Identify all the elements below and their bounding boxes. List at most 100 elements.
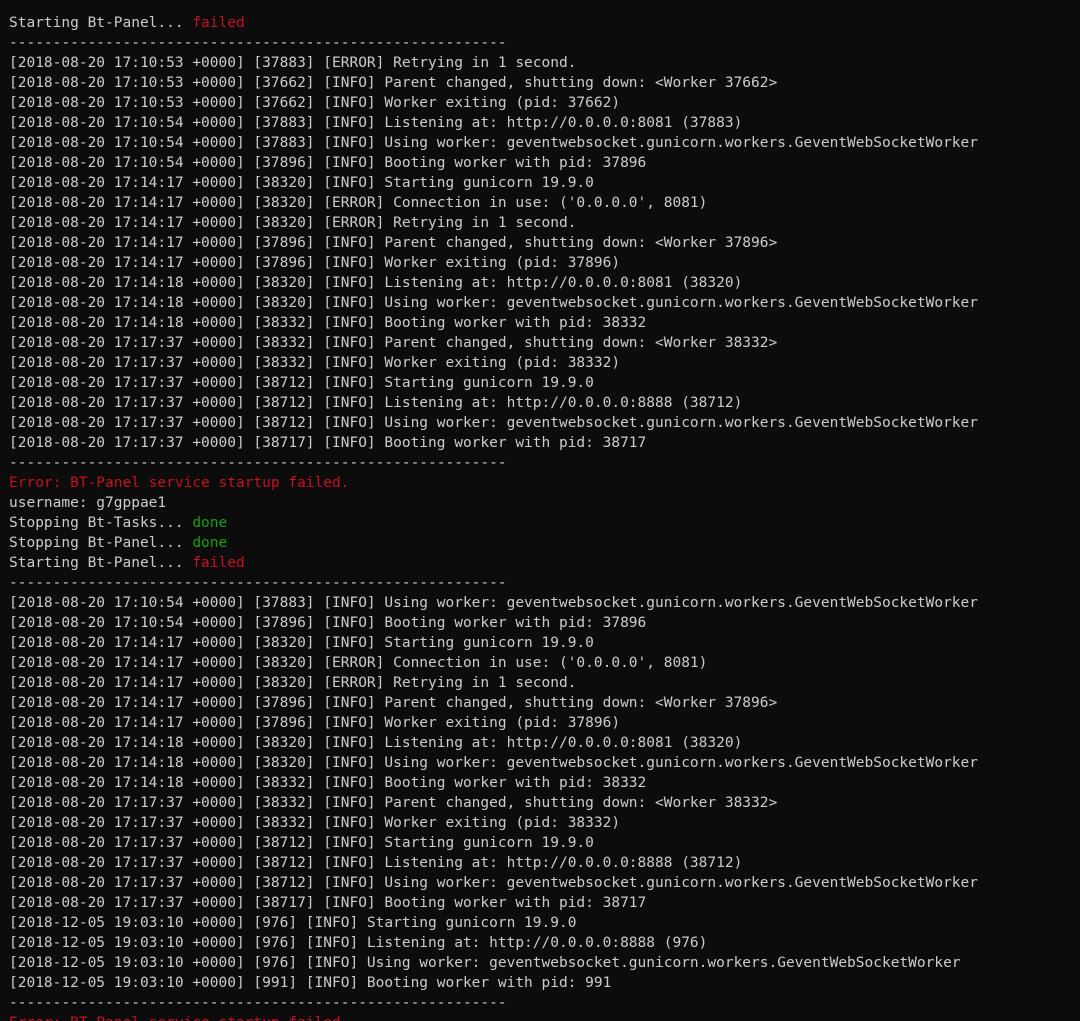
terminal-window[interactable]: Starting Bt-Panel... failed -------------… — [0, 0, 1080, 1021]
terminal-line: [2018-08-20 17:17:37 +0000] [38712] [INF… — [9, 873, 1074, 893]
terminal-line: [2018-08-20 17:14:17 +0000] [38320] [ERR… — [9, 193, 1074, 213]
terminal-line-text: [2018-08-20 17:14:17 +0000] [38320] [ERR… — [9, 195, 708, 211]
terminal-line-text: Starting Bt-Panel... — [9, 15, 193, 31]
terminal-line-text: [2018-08-20 17:10:54 +0000] [37883] [INF… — [9, 595, 979, 611]
terminal-line-text: [2018-08-20 17:17:37 +0000] [38712] [INF… — [9, 375, 594, 391]
terminal-line-text: [2018-08-20 17:17:37 +0000] [38712] [INF… — [9, 835, 594, 851]
terminal-line: ----------------------------------------… — [9, 573, 1074, 593]
terminal-line: [2018-08-20 17:14:17 +0000] [37896] [INF… — [9, 253, 1074, 273]
terminal-line-text: [2018-08-20 17:10:53 +0000] [37883] [ERR… — [9, 55, 577, 71]
terminal-line: [2018-08-20 17:17:37 +0000] [38332] [INF… — [9, 333, 1074, 353]
terminal-line: [2018-12-05 19:03:10 +0000] [976] [INFO]… — [9, 933, 1074, 953]
terminal-line-text: [2018-08-20 17:17:37 +0000] [38712] [INF… — [9, 415, 979, 431]
terminal-line: [2018-08-20 17:10:54 +0000] [37896] [INF… — [9, 153, 1074, 173]
terminal-line-text: [2018-08-20 17:17:37 +0000] [38712] [INF… — [9, 395, 743, 411]
terminal-line: [2018-08-20 17:14:18 +0000] [38320] [INF… — [9, 273, 1074, 293]
terminal-line: [2018-08-20 17:17:37 +0000] [38712] [INF… — [9, 413, 1074, 433]
terminal-line-text: [2018-08-20 17:14:17 +0000] [38320] [ERR… — [9, 655, 708, 671]
terminal-line: [2018-08-20 17:10:54 +0000] [37883] [INF… — [9, 133, 1074, 153]
terminal-line-text: [2018-08-20 17:14:17 +0000] [38320] [INF… — [9, 175, 594, 191]
terminal-line: ----------------------------------------… — [9, 453, 1074, 473]
terminal-line: [2018-08-20 17:10:53 +0000] [37662] [INF… — [9, 73, 1074, 93]
terminal-line-text: [2018-12-05 19:03:10 +0000] [976] [INFO]… — [9, 915, 577, 931]
terminal-line-text: [2018-08-20 17:17:37 +0000] [38332] [INF… — [9, 335, 778, 351]
terminal-line-text: [2018-12-05 19:03:10 +0000] [976] [INFO]… — [9, 955, 961, 971]
terminal-line: [2018-08-20 17:17:37 +0000] [38712] [INF… — [9, 373, 1074, 393]
terminal-line-text: [2018-08-20 17:10:54 +0000] [37896] [INF… — [9, 155, 647, 171]
terminal-line: Stopping Bt-Tasks... done — [9, 513, 1074, 533]
terminal-line-text: [2018-08-20 17:10:54 +0000] [37883] [INF… — [9, 135, 979, 151]
terminal-line-text: Stopping Bt-Tasks... — [9, 515, 193, 531]
terminal-line-text: [2018-08-20 17:17:37 +0000] [38712] [INF… — [9, 875, 979, 891]
terminal-line-text: [2018-08-20 17:14:18 +0000] [38320] [INF… — [9, 275, 743, 291]
terminal-line-text: [2018-08-20 17:17:37 +0000] [38332] [INF… — [9, 815, 621, 831]
terminal-line: [2018-08-20 17:14:17 +0000] [38320] [INF… — [9, 633, 1074, 653]
terminal-line: [2018-08-20 17:14:17 +0000] [38320] [INF… — [9, 173, 1074, 193]
terminal-line: [2018-08-20 17:10:54 +0000] [37883] [INF… — [9, 113, 1074, 133]
terminal-line: [2018-08-20 17:14:17 +0000] [38320] [ERR… — [9, 673, 1074, 693]
terminal-line-text: [2018-08-20 17:17:37 +0000] [38717] [INF… — [9, 435, 647, 451]
terminal-line-text: [2018-08-20 17:17:37 +0000] [38332] [INF… — [9, 355, 621, 371]
terminal-line-text: ----------------------------------------… — [9, 575, 507, 591]
terminal-line-text: ----------------------------------------… — [9, 35, 507, 51]
terminal-line-text: [2018-08-20 17:14:17 +0000] [37896] [INF… — [9, 255, 621, 271]
terminal-scrollbar[interactable] — [1074, 0, 1080, 1021]
terminal-line: [2018-08-20 17:14:17 +0000] [37896] [INF… — [9, 713, 1074, 733]
terminal-status-failed: failed — [192, 555, 245, 571]
terminal-line-text: [2018-08-20 17:14:18 +0000] [38332] [INF… — [9, 315, 647, 331]
terminal-line: [2018-08-20 17:14:17 +0000] [38320] [ERR… — [9, 213, 1074, 233]
terminal-line-text: [2018-08-20 17:10:53 +0000] [37662] [INF… — [9, 95, 621, 111]
terminal-line: [2018-08-20 17:17:37 +0000] [38332] [INF… — [9, 813, 1074, 833]
terminal-line: Stopping Bt-Panel... done — [9, 533, 1074, 553]
terminal-line: Starting Bt-Panel... failed — [9, 13, 1074, 33]
terminal-line-text: [2018-08-20 17:14:17 +0000] [37896] [INF… — [9, 695, 778, 711]
terminal-line-text: [2018-08-20 17:17:37 +0000] [38712] [INF… — [9, 855, 743, 871]
terminal-line: [2018-08-20 17:14:17 +0000] [38320] [ERR… — [9, 653, 1074, 673]
terminal-line: [2018-08-20 17:17:37 +0000] [38332] [INF… — [9, 353, 1074, 373]
terminal-line: [2018-08-20 17:17:37 +0000] [38717] [INF… — [9, 433, 1074, 453]
terminal-line: [2018-08-20 17:10:54 +0000] [37883] [INF… — [9, 593, 1074, 613]
terminal-line: [2018-12-05 19:03:10 +0000] [976] [INFO]… — [9, 913, 1074, 933]
terminal-line-text: [2018-08-20 17:14:17 +0000] [38320] [ERR… — [9, 675, 577, 691]
terminal-status-done: done — [192, 535, 228, 551]
terminal-line-text: [2018-08-20 17:14:17 +0000] [38320] [INF… — [9, 635, 594, 651]
terminal-line: [2018-08-20 17:10:54 +0000] [37896] [INF… — [9, 613, 1074, 633]
terminal-line: Error: BT-Panel service startup failed. — [9, 1013, 1074, 1021]
terminal-line: Error: BT-Panel service startup failed. — [9, 473, 1074, 493]
terminal-line-text: Error: BT-Panel service startup failed. — [9, 1015, 349, 1021]
terminal-line: [2018-08-20 17:17:37 +0000] [38712] [INF… — [9, 393, 1074, 413]
terminal-line: [2018-08-20 17:17:37 +0000] [38712] [INF… — [9, 853, 1074, 873]
terminal-line: [2018-08-20 17:14:17 +0000] [37896] [INF… — [9, 233, 1074, 253]
terminal-output: Starting Bt-Panel... failed -------------… — [9, 0, 1074, 1021]
terminal-line: [2018-08-20 17:10:53 +0000] [37883] [ERR… — [9, 53, 1074, 73]
terminal-status-failed: failed — [192, 15, 245, 31]
terminal-line-text: [2018-08-20 17:14:18 +0000] [38320] [INF… — [9, 735, 743, 751]
terminal-line: [2018-12-05 19:03:10 +0000] [976] [INFO]… — [9, 953, 1074, 973]
terminal-line-text: [2018-12-05 19:03:10 +0000] [991] [INFO]… — [9, 975, 612, 991]
terminal-line-text: [2018-08-20 17:14:18 +0000] [38320] [INF… — [9, 755, 979, 771]
terminal-line-text: [2018-08-20 17:14:17 +0000] [37896] [INF… — [9, 715, 621, 731]
terminal-line-text: [2018-08-20 17:14:18 +0000] [38320] [INF… — [9, 295, 979, 311]
terminal-line: [2018-08-20 17:17:37 +0000] [38717] [INF… — [9, 893, 1074, 913]
terminal-line-text: Stopping Bt-Panel... — [9, 535, 193, 551]
terminal-line: ----------------------------------------… — [9, 33, 1074, 53]
terminal-line-text: [2018-08-20 17:14:17 +0000] [37896] [INF… — [9, 235, 778, 251]
terminal-line: ----------------------------------------… — [9, 993, 1074, 1013]
terminal-line: [2018-08-20 17:17:37 +0000] [38332] [INF… — [9, 793, 1074, 813]
terminal-line-text: ----------------------------------------… — [9, 455, 507, 471]
terminal-line-text: [2018-08-20 17:10:54 +0000] [37883] [INF… — [9, 115, 743, 131]
terminal-line: [2018-08-20 17:17:37 +0000] [38712] [INF… — [9, 833, 1074, 853]
terminal-line-text: [2018-08-20 17:10:54 +0000] [37896] [INF… — [9, 615, 647, 631]
terminal-line-text: [2018-08-20 17:10:53 +0000] [37662] [INF… — [9, 75, 778, 91]
terminal-line-text: [2018-12-05 19:03:10 +0000] [976] [INFO]… — [9, 935, 708, 951]
terminal-line: [2018-08-20 17:10:53 +0000] [37662] [INF… — [9, 93, 1074, 113]
terminal-line: [2018-08-20 17:14:18 +0000] [38332] [INF… — [9, 773, 1074, 793]
terminal-line: Starting Bt-Panel... failed — [9, 553, 1074, 573]
terminal-line: [2018-08-20 17:14:18 +0000] [38320] [INF… — [9, 733, 1074, 753]
terminal-line-text: Error: BT-Panel service startup failed. — [9, 475, 350, 491]
terminal-line: [2018-08-20 17:14:17 +0000] [37896] [INF… — [9, 693, 1074, 713]
terminal-line: [2018-12-05 19:03:10 +0000] [991] [INFO]… — [9, 973, 1074, 993]
terminal-line: username: g7gppae1 — [9, 493, 1074, 513]
terminal-line: [2018-08-20 17:14:18 +0000] [38320] [INF… — [9, 753, 1074, 773]
